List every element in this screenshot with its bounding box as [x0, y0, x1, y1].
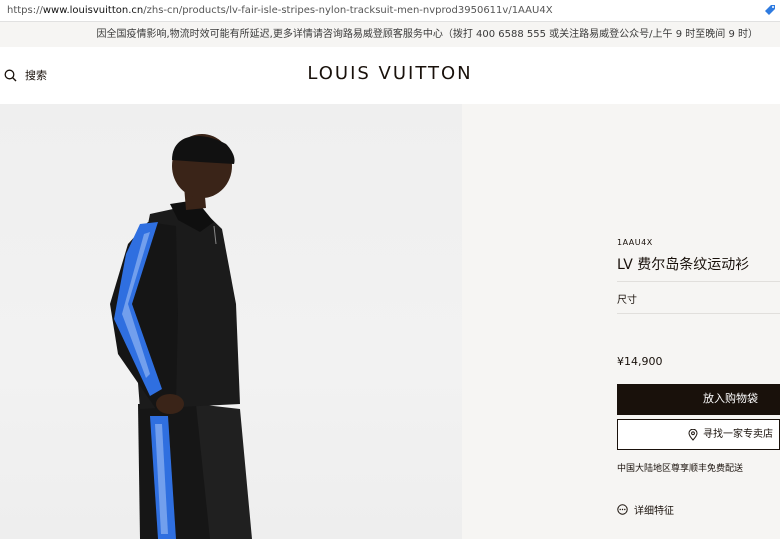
product-image [0, 104, 462, 539]
product-info-panel: 1AAU4X LV 费尔岛条纹运动衫 尺寸 ¥14,900 放入购物袋 寻找一家… [462, 104, 780, 539]
tag-icon[interactable] [764, 4, 776, 18]
add-to-bag-button[interactable]: 放入购物袋 [617, 384, 780, 415]
location-pin-icon [688, 428, 698, 441]
find-store-label: 寻找一家专卖店 [703, 429, 773, 440]
shipping-delay-notice: 因全国疫情影响,物流时效可能有所延迟,更多详情请咨询路易威登顾客服务中心（拨打 … [0, 22, 780, 47]
site-header: 搜索 LOUIS VUITTON [0, 47, 780, 104]
divider [617, 313, 780, 314]
find-store-button[interactable]: 寻找一家专卖店 [617, 419, 780, 450]
url-prefix: https:// [7, 5, 43, 16]
details-toggle[interactable]: 详细特征 [617, 502, 674, 517]
shipping-note: 中国大陆地区尊享顺丰免费配送 [617, 464, 744, 474]
address-bar[interactable]: https://www.louisvuitton.cn/zhs-cn/produ… [0, 0, 780, 22]
size-selector[interactable]: 尺寸 [617, 291, 637, 306]
divider [617, 281, 780, 282]
product-price: ¥14,900 [617, 355, 663, 368]
url-host: www.louisvuitton.cn [42, 5, 144, 16]
details-icon [617, 504, 628, 515]
details-label: 详细特征 [634, 506, 674, 517]
url-path: /zhs-cn/products/lv-fair-isle-stripes-ny… [143, 5, 553, 16]
product-sku: 1AAU4X [617, 238, 653, 247]
model-illustration [110, 134, 252, 539]
product-title: LV 费尔岛条纹运动衫 [617, 257, 750, 273]
brand-logo[interactable]: LOUIS VUITTON [0, 63, 780, 84]
